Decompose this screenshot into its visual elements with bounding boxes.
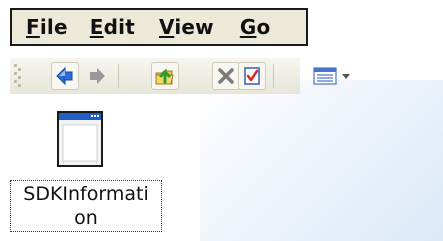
- application-window-icon[interactable]: [57, 111, 103, 167]
- menu-go-label: o: [256, 15, 271, 39]
- file-name-label[interactable]: SDKInformati on: [10, 180, 162, 232]
- menu-file-label: ile: [39, 15, 68, 39]
- forward-icon: [90, 68, 105, 84]
- chevron-down-icon: [342, 74, 350, 79]
- up-folder-button[interactable]: [151, 62, 179, 90]
- menu-edit-label: dit: [103, 15, 135, 39]
- views-icon: [313, 67, 337, 85]
- properties-icon: [244, 67, 260, 85]
- back-button[interactable]: [51, 62, 79, 90]
- properties-button[interactable]: [238, 62, 266, 90]
- toolbar-separator: [273, 64, 274, 88]
- menu-file[interactable]: File: [12, 15, 68, 39]
- menu-edit[interactable]: Edit: [68, 15, 135, 39]
- delete-icon: [218, 68, 234, 84]
- menu-file-mnemonic: F: [26, 15, 40, 39]
- file-name-line2: on: [74, 207, 98, 229]
- back-icon: [56, 66, 73, 86]
- menu-bar: File Edit View Go: [10, 8, 308, 46]
- up-folder-icon: [155, 68, 174, 85]
- menu-view-label: iew: [174, 15, 214, 39]
- menu-edit-mnemonic: E: [89, 15, 104, 39]
- menu-go[interactable]: Go: [214, 15, 271, 39]
- toolbar-grip[interactable]: [13, 62, 23, 90]
- file-name-line1: SDKInformati: [23, 183, 149, 205]
- toolbar-separator: [118, 64, 119, 88]
- delete-button[interactable]: [212, 62, 240, 90]
- forward-button[interactable]: [83, 62, 111, 90]
- desktop-background: [200, 80, 443, 241]
- views-button[interactable]: [313, 62, 359, 90]
- menu-view[interactable]: View: [135, 15, 214, 39]
- menu-view-mnemonic: V: [158, 15, 175, 39]
- menu-go-mnemonic: G: [239, 15, 257, 39]
